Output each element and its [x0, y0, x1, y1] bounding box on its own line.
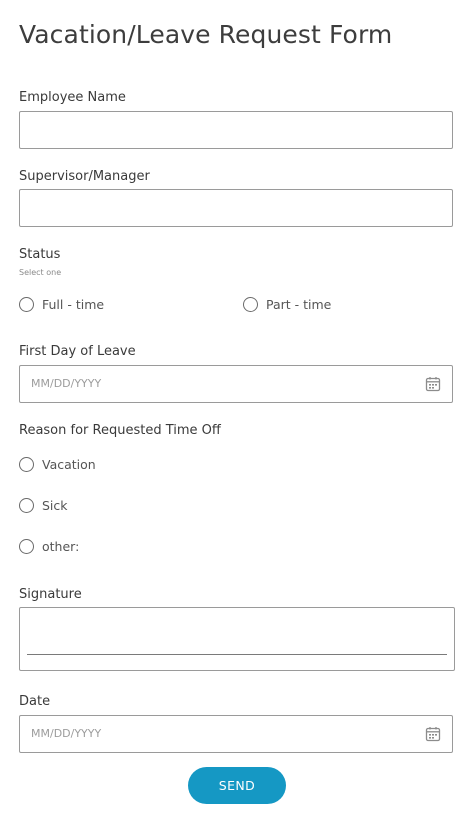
reason-vacation-label[interactable]: Vacation [42, 457, 96, 472]
employee-name-input[interactable] [19, 111, 453, 149]
date-label: Date [19, 694, 51, 709]
send-button[interactable]: SEND [188, 767, 286, 804]
reason-other-radio[interactable] [19, 539, 34, 554]
status-full-time-radio[interactable] [19, 297, 34, 312]
status-hint: Select one [19, 268, 62, 277]
first-day-label: First Day of Leave [19, 344, 136, 359]
status-part-time-label[interactable]: Part - time [266, 297, 331, 312]
status-part-time-radio[interactable] [243, 297, 258, 312]
signature-line [27, 654, 447, 655]
calendar-icon[interactable] [425, 726, 441, 742]
first-day-placeholder: MM/DD/YYYY [31, 377, 102, 390]
page-title: Vacation/Leave Request Form [19, 20, 393, 49]
date-placeholder: MM/DD/YYYY [31, 727, 102, 740]
signature-label: Signature [19, 587, 82, 602]
reason-label: Reason for Requested Time Off [19, 423, 221, 438]
first-day-input[interactable]: MM/DD/YYYY [19, 365, 453, 403]
status-full-time-label[interactable]: Full - time [42, 297, 104, 312]
supervisor-input[interactable] [19, 189, 453, 227]
employee-name-label: Employee Name [19, 90, 126, 105]
supervisor-label: Supervisor/Manager [19, 169, 150, 184]
date-input[interactable]: MM/DD/YYYY [19, 715, 453, 753]
calendar-icon[interactable] [425, 376, 441, 392]
status-label: Status [19, 247, 61, 262]
reason-sick-label[interactable]: Sick [42, 498, 68, 513]
reason-other-label[interactable]: other: [42, 539, 79, 554]
reason-vacation-radio[interactable] [19, 457, 34, 472]
signature-pad[interactable] [19, 607, 455, 671]
reason-sick-radio[interactable] [19, 498, 34, 513]
